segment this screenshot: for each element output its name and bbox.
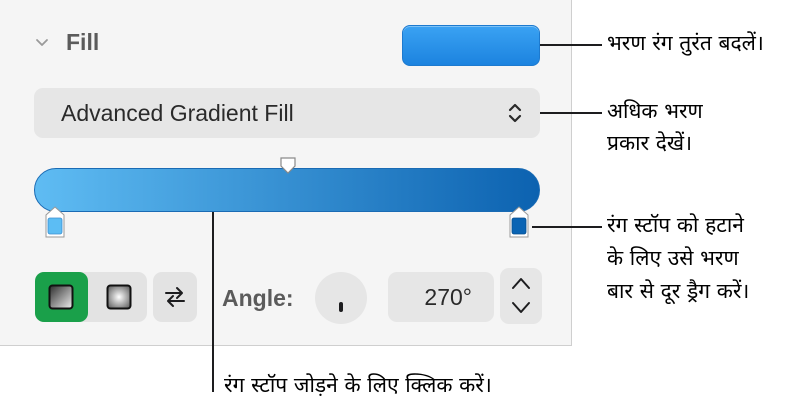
radial-gradient-button[interactable] [91,272,147,322]
angle-stepper[interactable] [500,268,542,324]
callout-line-fill-types [540,112,602,114]
linear-gradient-button[interactable] [35,272,88,322]
gradient-style-segmented-control [35,272,147,322]
radial-gradient-icon [106,284,132,310]
callout-line-add-stop [212,212,214,392]
swap-colors-button[interactable] [153,272,197,322]
callout-remove-stop-line1: रंग स्टॉप को हटाने [607,213,744,237]
fill-type-select[interactable]: Advanced Gradient Fill [34,88,540,138]
fill-type-selected-label: Advanced Gradient Fill [61,100,294,126]
angle-input[interactable]: 270° [388,272,494,322]
angle-label: Angle: [222,285,294,311]
callout-remove-stop-line2: के लिए उसे भरण [607,246,739,270]
callout-color-well: भरण रंग तुरंत बदलें। [607,31,764,55]
color-stop-left[interactable] [43,206,67,240]
callout-remove-stop-line3: बार से दूर ड्रैग करें। [607,279,750,303]
callout-line-remove-stop [532,226,602,228]
angle-dial[interactable] [315,272,367,324]
stepper-up-icon[interactable] [510,274,532,292]
callout-fill-types-line1: अधिक भरण [607,99,703,123]
angle-value: 270° [424,284,472,310]
fill-section-title[interactable]: Fill [66,28,99,56]
fill-color-well[interactable] [402,25,540,66]
linear-gradient-icon [48,284,74,310]
stepper-down-icon[interactable] [510,299,532,317]
swap-icon [165,287,185,307]
angle-dial-needle [339,302,343,312]
callout-line-color-well [540,44,602,46]
chevron-down-icon[interactable] [34,35,50,51]
color-stop-right[interactable] [507,206,531,240]
fill-inspector-panel: Fill Advanced Gradient Fill Angle: 270° [0,0,572,346]
select-arrows-icon [508,103,522,123]
gradient-midpoint-handle[interactable] [278,156,298,176]
callout-add-stop: रंग स्टॉप जोड़ने के लिए क्लिक करें। [224,373,492,397]
callout-fill-types-line2: प्रकार देखें। [607,131,693,155]
